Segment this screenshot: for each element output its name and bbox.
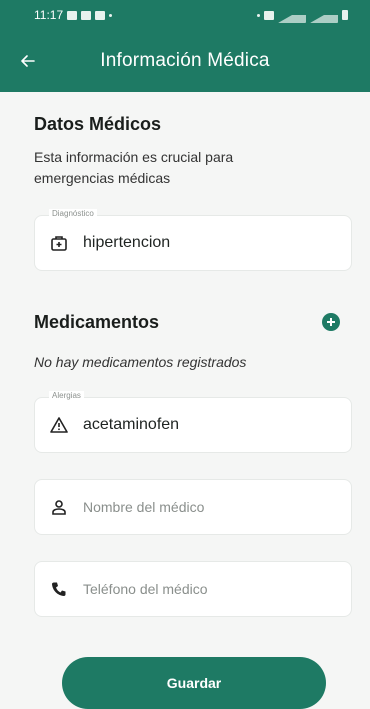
datos-medicos-description: Esta información es crucial para emergen… [34,149,234,186]
save-button[interactable]: Guardar [62,657,326,709]
arrow-back-icon [21,55,35,67]
datos-medicos-title: Datos Médicos [34,114,162,134]
alergias-field[interactable]: Alergias acetaminofen [34,391,352,453]
diagnostico-field[interactable]: Diagnóstico hipertencion [34,209,352,271]
medicamentos-empty-text: No hay medicamentos registrados [34,354,247,370]
vibrate-icon [264,10,274,20]
status-bar-right [257,7,348,23]
diagnostico-label: Diagnóstico [49,209,97,218]
status-bar: 11:17 [0,0,370,30]
app-bar: Información Médica [0,30,370,92]
message-icon [95,10,106,20]
signal-icon [310,7,338,23]
medicamentos-title: Medicamentos [34,312,160,332]
page-title: Información Médica [100,50,270,71]
person-icon [49,497,69,517]
add-circle-icon [327,318,335,326]
medico-telefono-input[interactable]: Teléfono del médico [83,581,208,597]
status-time: 11:17 [34,8,64,22]
notification-icon [67,10,78,20]
status-bar-left: 11:17 [34,8,113,22]
warning-icon [49,415,69,435]
diagnostico-input[interactable]: hipertencion [83,234,170,252]
add-medicamento-button[interactable] [322,313,340,331]
alarm-icon [257,13,260,17]
form-content[interactable]: Datos Médicos Esta información es crucia… [0,92,370,709]
medical-bag-icon [49,233,69,253]
dot-icon [109,13,113,17]
media-icon [81,10,92,20]
medico-telefono-field[interactable]: Teléfono del médico [34,561,352,617]
alergias-input[interactable]: acetaminofen [83,416,179,434]
alergias-label: Alergias [49,391,84,400]
back-button[interactable] [0,30,56,92]
medico-nombre-input[interactable]: Nombre del médico [83,499,204,515]
battery-icon [342,10,348,20]
phone-icon [49,579,69,599]
medico-nombre-field[interactable]: Nombre del médico [34,479,352,535]
wifi-icon [278,7,306,23]
